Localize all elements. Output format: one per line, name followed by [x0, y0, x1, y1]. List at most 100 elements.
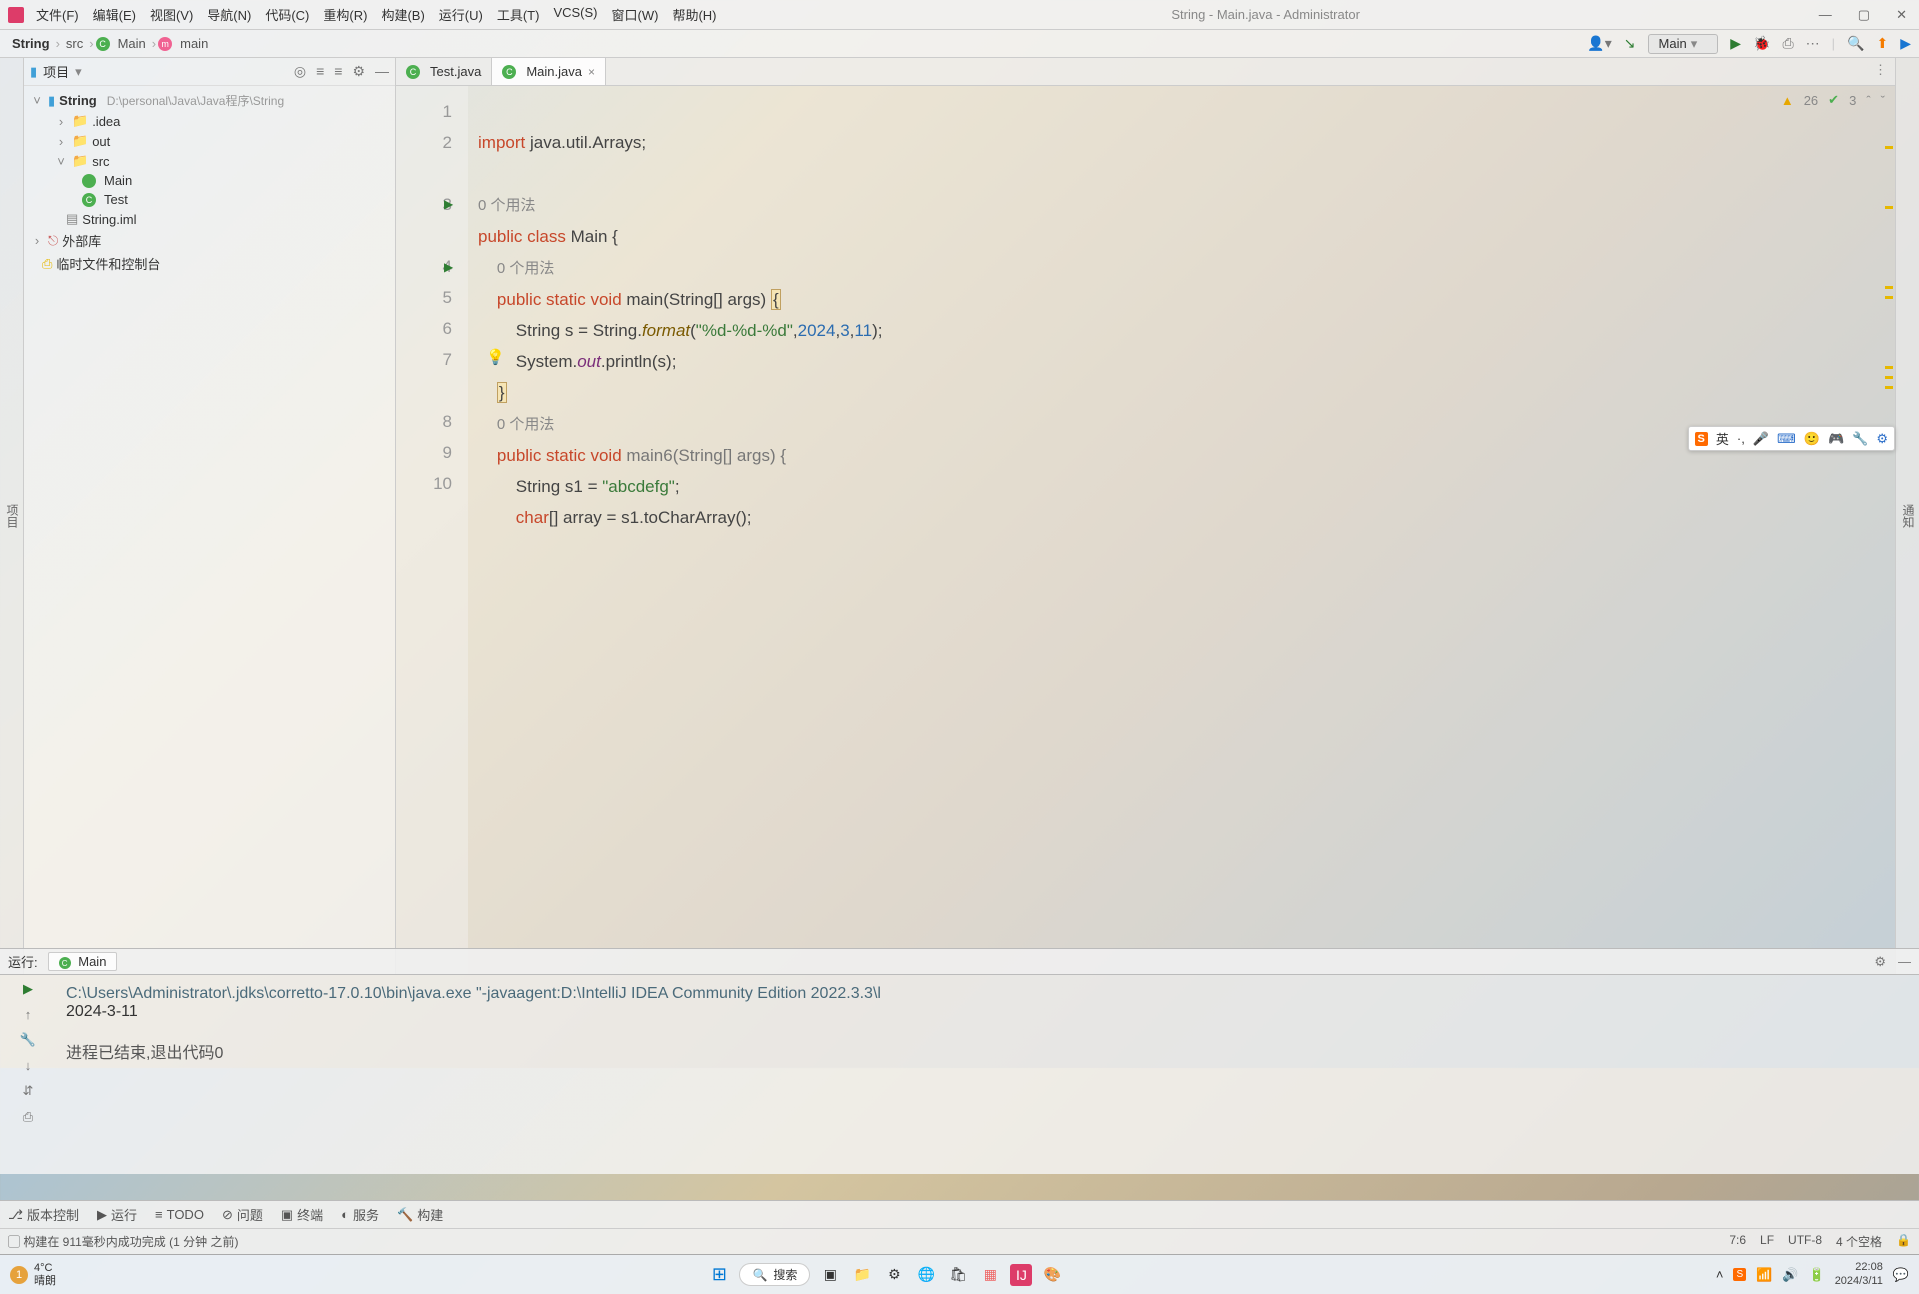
settings-icon[interactable]: ⚙	[352, 63, 365, 80]
expand-icon[interactable]: ≡	[316, 63, 324, 80]
tree-iml[interactable]: ▤String.iml	[24, 209, 395, 229]
indent[interactable]: 4 个空格	[1836, 1233, 1882, 1250]
sogou-tray-icon[interactable]: S	[1733, 1268, 1746, 1281]
side-tab-notifications[interactable]: 通知	[1895, 58, 1919, 974]
weather-icon[interactable]: 1	[10, 1266, 28, 1284]
run-gutter-icon[interactable]: ▶	[444, 189, 453, 220]
settings-icon[interactable]: ⚙	[882, 1263, 906, 1287]
tw-terminal[interactable]: ▣ 终端	[281, 1205, 323, 1224]
menu-code[interactable]: 代码(C)	[265, 5, 309, 24]
run-config-selector[interactable]: Main ▾	[1648, 34, 1719, 54]
tree-root[interactable]: ˅▮ String D:\personal\Java\Java程序\String	[24, 90, 395, 111]
settings-icon[interactable]: ⚙	[1876, 431, 1888, 447]
line-sep[interactable]: LF	[1760, 1233, 1774, 1250]
volume-icon[interactable]: 🔊	[1782, 1267, 1798, 1283]
error-stripe[interactable]	[1881, 86, 1893, 974]
tw-vcs[interactable]: ⎇ 版本控制	[8, 1205, 79, 1224]
menu-run[interactable]: 运行(U)	[439, 5, 483, 24]
run-output[interactable]: C:\Users\Administrator\.jdks\corretto-17…	[56, 975, 1919, 1174]
game-icon[interactable]: 🎮	[1828, 431, 1844, 447]
tree-main[interactable]: Main	[24, 171, 395, 190]
tree-test[interactable]: CTest	[24, 190, 395, 209]
run-tab[interactable]: C Main	[48, 952, 118, 972]
menu-view[interactable]: 视图(V)	[150, 5, 193, 24]
menu-tools[interactable]: 工具(T)	[497, 5, 540, 24]
debug-icon[interactable]: 🐞	[1753, 35, 1770, 52]
search-icon[interactable]: 🔍	[1847, 35, 1864, 52]
lock-icon[interactable]: 🔒	[1896, 1233, 1911, 1250]
profiler-icon[interactable]: ⋯	[1806, 35, 1820, 52]
run-gutter-icon[interactable]: ▶	[444, 252, 453, 283]
coverage-icon[interactable]: ⎙	[1782, 35, 1793, 52]
tw-todo[interactable]: ≡ TODO	[155, 1207, 204, 1222]
menu-nav[interactable]: 导航(N)	[207, 5, 251, 24]
crumb-class[interactable]: Main	[114, 36, 150, 51]
close-button[interactable]: ✕	[1892, 7, 1911, 23]
tray-chevron-icon[interactable]: ˄	[1716, 1267, 1724, 1282]
tool-icon[interactable]: 🔧	[1852, 431, 1868, 447]
app-icon[interactable]: ▦	[978, 1263, 1002, 1287]
crumb-method[interactable]: main	[176, 36, 212, 51]
encoding[interactable]: UTF-8	[1788, 1233, 1822, 1250]
keyboard-icon[interactable]: ⌨	[1777, 431, 1796, 447]
edge-icon[interactable]: 🌐	[914, 1263, 938, 1287]
taskbar-search[interactable]: 🔍 搜索	[739, 1263, 810, 1286]
tab-menu-icon[interactable]: ⋮	[1866, 58, 1895, 85]
maximize-button[interactable]: ▢	[1854, 7, 1874, 23]
minimize-button[interactable]: —	[1815, 7, 1836, 23]
code-editor[interactable]: 1 2 3 4 5 6 7 8 9 10 ▶ ▶ 💡 import java.u…	[396, 86, 1895, 974]
collapse-icon[interactable]: ≡	[334, 63, 342, 80]
tree-out[interactable]: ›📁out	[24, 131, 395, 151]
ime-toolbar[interactable]: S 英·, 🎤 ⌨ 🙂 🎮 🔧 ⚙	[1688, 426, 1895, 451]
add-user-icon[interactable]: 👤▾	[1587, 35, 1611, 52]
bulb-icon[interactable]: 💡	[486, 348, 505, 366]
tw-build[interactable]: 🔨 构建	[397, 1205, 443, 1224]
menu-vcs[interactable]: VCS(S)	[553, 5, 597, 24]
task-view-icon[interactable]: ▣	[818, 1263, 842, 1287]
tab-main[interactable]: CMain.java×	[492, 58, 606, 85]
store-icon[interactable]: 🛍	[946, 1263, 970, 1287]
menu-refactor[interactable]: 重构(R)	[323, 5, 367, 24]
side-tab-project[interactable]: 项目 结构 书签	[0, 58, 24, 974]
tw-run[interactable]: ▶ 运行	[97, 1205, 137, 1224]
crumb-src[interactable]: src	[62, 36, 87, 51]
emoji-icon[interactable]: 🙂	[1804, 431, 1820, 447]
explorer-icon[interactable]: 📁	[850, 1263, 874, 1287]
run-icon[interactable]: ▶	[1730, 35, 1741, 52]
menu-file[interactable]: 文件(F)	[36, 5, 79, 24]
tree-ext[interactable]: ›⎋外部库	[24, 229, 395, 252]
rerun-icon[interactable]: ▶	[23, 981, 33, 997]
hide-icon[interactable]: —	[375, 63, 389, 80]
tw-services[interactable]: ◐ 服务	[341, 1205, 379, 1224]
idea-icon[interactable]: IJ	[1010, 1264, 1032, 1286]
tree-scratch[interactable]: ⎙临时文件和控制台	[24, 252, 395, 275]
menu-help[interactable]: 帮助(H)	[672, 5, 716, 24]
inspection-widget[interactable]: ▲26 ✔3 ˆˇ	[1781, 92, 1885, 108]
battery-icon[interactable]: 🔋	[1809, 1267, 1825, 1283]
menu-window[interactable]: 窗口(W)	[612, 5, 659, 24]
clock[interactable]: 22:08 2024/3/11	[1835, 1261, 1883, 1287]
menu-build[interactable]: 构建(B)	[381, 5, 424, 24]
ide-icon[interactable]: ▶	[1900, 35, 1911, 52]
print-icon[interactable]: ⎙	[23, 1109, 33, 1125]
build-hammer-icon[interactable]: ↘	[1624, 35, 1636, 52]
crumb-root[interactable]: String	[8, 36, 54, 51]
wrap-icon[interactable]: ⇵	[23, 1083, 34, 1099]
target-icon[interactable]: ◎	[294, 63, 306, 80]
notifications-icon[interactable]: 💬	[1893, 1267, 1909, 1283]
tw-problems[interactable]: ⊘ 问题	[222, 1205, 263, 1224]
tab-close-icon[interactable]: ×	[588, 65, 595, 79]
tree-idea[interactable]: ›📁.idea	[24, 111, 395, 131]
wrench-icon[interactable]: 🔧	[20, 1032, 36, 1048]
caret-pos[interactable]: 7:6	[1729, 1233, 1746, 1250]
menu-edit[interactable]: 编辑(E)	[93, 5, 136, 24]
hide-run-icon[interactable]: —	[1898, 954, 1911, 970]
tab-test[interactable]: CTest.java	[396, 58, 492, 85]
start-icon[interactable]: ⊞	[707, 1263, 731, 1287]
update-icon[interactable]: ⬆	[1876, 35, 1888, 52]
paint-icon[interactable]: 🎨	[1040, 1263, 1064, 1287]
tree-src[interactable]: ˅📁src	[24, 151, 395, 171]
up-icon[interactable]: ↑	[25, 1007, 32, 1022]
gear-icon[interactable]: ⚙	[1874, 954, 1886, 970]
wifi-icon[interactable]: 📶	[1756, 1267, 1772, 1283]
